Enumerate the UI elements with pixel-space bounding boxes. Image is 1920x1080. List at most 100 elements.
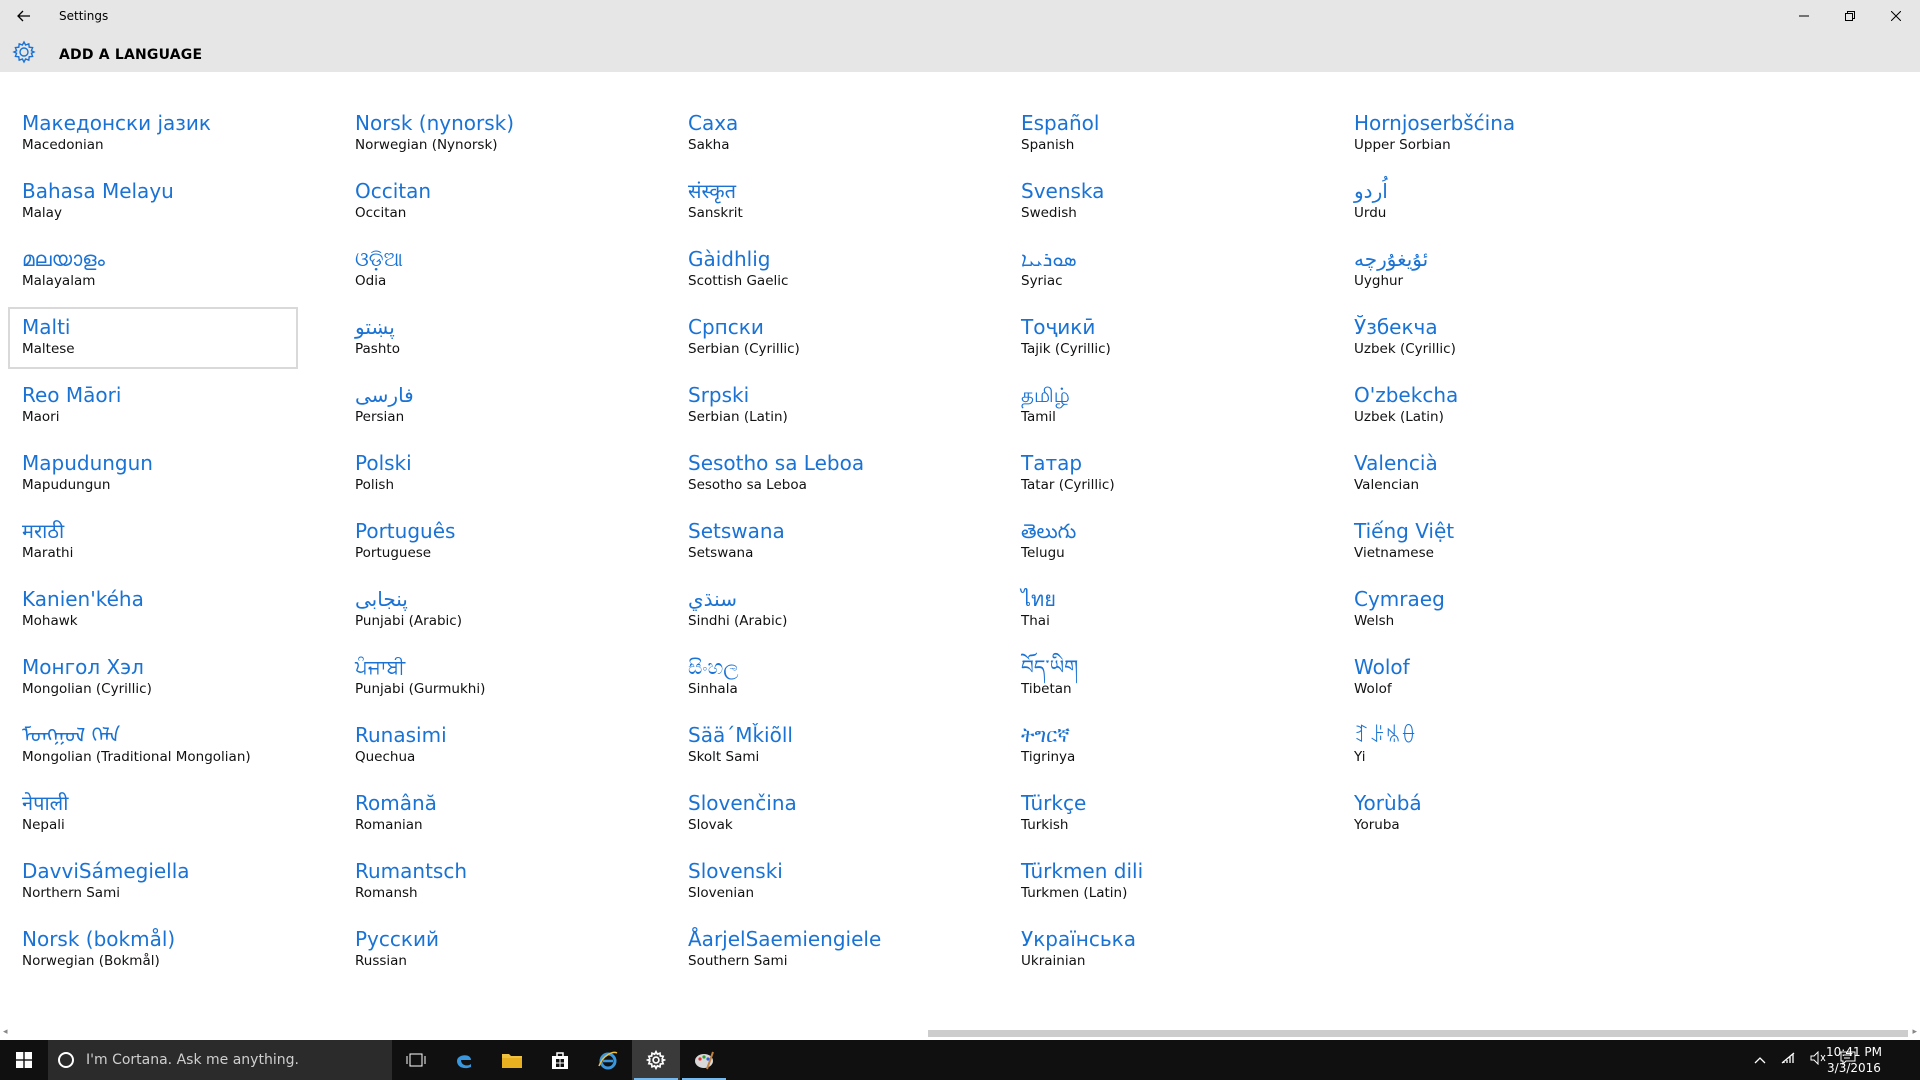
scroll-right-icon[interactable]: ▸ [1912, 1027, 1917, 1037]
language-item[interactable]: Português Portuguese [341, 511, 631, 573]
language-item[interactable]: Runasimi Quechua [341, 715, 631, 777]
language-item[interactable]: ꆈꌠꁱꂷ Yi [1340, 715, 1630, 777]
language-item[interactable]: Rumantsch Romansh [341, 851, 631, 913]
close-button[interactable] [1873, 0, 1919, 32]
language-item[interactable]: Монгол Хэл Mongolian (Cyrillic) [8, 647, 298, 709]
language-native-name: བོད་ཡིག [1021, 655, 1079, 679]
language-item[interactable]: Valencià Valencian [1340, 443, 1630, 505]
language-native-name: Srpski [688, 383, 750, 407]
language-item[interactable]: Setswana Setswana [674, 511, 964, 573]
chevron-up-icon[interactable] [1754, 1053, 1766, 1068]
language-english-name: Malay [22, 205, 62, 221]
language-item[interactable]: O'zbekcha Uzbek (Latin) [1340, 375, 1630, 437]
volume-icon[interactable] [1810, 1050, 1826, 1069]
language-item[interactable]: Polski Polish [341, 443, 631, 505]
language-english-name: Yoruba [1354, 817, 1400, 833]
clock[interactable]: 10:41 PM 3/3/2016 [1826, 1044, 1882, 1076]
language-item[interactable]: Srpski Serbian (Latin) [674, 375, 964, 437]
internet-explorer-icon[interactable] [584, 1040, 632, 1080]
settings-app-icon[interactable] [632, 1040, 680, 1080]
language-item[interactable]: Türkmen dili Turkmen (Latin) [1007, 851, 1297, 913]
language-item[interactable]: Türkçe Turkish [1007, 783, 1297, 845]
scroll-left-icon[interactable]: ◂ [3, 1027, 8, 1037]
language-item[interactable]: Hornjoserbšćina Upper Sorbian [1340, 103, 1630, 165]
language-native-name: Norsk (bokmål) [22, 927, 176, 951]
language-native-name: Українська [1021, 927, 1136, 951]
language-native-name: ئۇيغۇرچە [1354, 247, 1429, 271]
task-view-icon[interactable] [392, 1040, 440, 1080]
language-item[interactable]: پښتو Pashto [341, 307, 631, 369]
language-item[interactable]: پنجابی Punjabi (Arabic) [341, 579, 631, 641]
language-item[interactable]: Română Romanian [341, 783, 631, 845]
language-item[interactable]: سنڌي Sindhi (Arabic) [674, 579, 964, 641]
minimize-button[interactable] [1781, 0, 1827, 32]
language-english-name: Wolof [1354, 681, 1392, 697]
file-explorer-icon[interactable] [488, 1040, 536, 1080]
language-item[interactable]: ܣܘܪܝܝܐ Syriac [1007, 239, 1297, 301]
language-native-name: मराठी [22, 519, 65, 543]
language-english-name: Pashto [355, 341, 400, 357]
language-item[interactable]: Mapudungun Mapudungun [8, 443, 298, 505]
network-icon[interactable] [1780, 1051, 1796, 1069]
language-item[interactable]: Kanien'kéha Mohawk [8, 579, 298, 641]
language-item[interactable]: Македонски јазик Macedonian [8, 103, 298, 165]
language-item[interactable]: اُردو Urdu [1340, 171, 1630, 233]
language-item[interactable]: ไทย Thai [1007, 579, 1297, 641]
restore-button[interactable] [1827, 0, 1873, 32]
horizontal-scrollbar[interactable]: ◂ ▸ [0, 1027, 1920, 1038]
language-item[interactable]: मराठी Marathi [8, 511, 298, 573]
language-item[interactable]: Occitan Occitan [341, 171, 631, 233]
language-item[interactable]: Тоҷикӣ Tajik (Cyrillic) [1007, 307, 1297, 369]
language-item[interactable]: संस्कृत Sanskrit [674, 171, 964, 233]
language-item[interactable]: Reo Māori Maori [8, 375, 298, 437]
language-item[interactable]: Norsk (nynorsk) Norwegian (Nynorsk) [341, 103, 631, 165]
language-item[interactable]: Wolof Wolof [1340, 647, 1630, 709]
language-english-name: Malayalam [22, 273, 96, 289]
language-item[interactable]: ÅarjelSaemiengiele Southern Sami [674, 919, 964, 981]
language-item[interactable]: Sesotho sa Leboa Sesotho sa Leboa [674, 443, 964, 505]
language-item[interactable]: فارسی Persian [341, 375, 631, 437]
language-item[interactable]: Українська Ukrainian [1007, 919, 1297, 981]
language-item[interactable]: Татар Tatar (Cyrillic) [1007, 443, 1297, 505]
language-item[interactable]: ትግርኛ Tigrinya [1007, 715, 1297, 777]
language-item[interactable]: བོད་ཡིག Tibetan [1007, 647, 1297, 709]
paint-app-icon[interactable] [680, 1040, 728, 1080]
language-item[interactable]: Српски Serbian (Cyrillic) [674, 307, 964, 369]
language-item[interactable]: Svenska Swedish [1007, 171, 1297, 233]
scrollbar-thumb[interactable] [928, 1030, 1908, 1037]
language-item[interactable]: తెలుగు Telugu [1007, 511, 1297, 573]
language-english-name: Swedish [1021, 205, 1077, 221]
language-item[interactable]: Саха Sakha [674, 103, 964, 165]
language-item[interactable]: தமிழ் Tamil [1007, 375, 1297, 437]
language-item[interactable]: ᠮᠣᠩᠭᠣᠯ ᠬᠡᠯᠡ Mongolian (Traditional Mongol… [8, 715, 298, 777]
language-item[interactable]: සිංහල Sinhala [674, 647, 964, 709]
language-english-name: Portuguese [355, 545, 432, 561]
language-item[interactable]: Español Spanish [1007, 103, 1297, 165]
language-item[interactable]: Slovenski Slovenian [674, 851, 964, 913]
language-item[interactable]: Русский Russian [341, 919, 631, 981]
language-item[interactable]: Sää´Mǩiõll Skolt Sami [674, 715, 964, 777]
language-item[interactable]: नेपाली Nepali [8, 783, 298, 845]
language-item[interactable]: Bahasa Melayu Malay [8, 171, 298, 233]
language-item[interactable]: Cymraeg Welsh [1340, 579, 1630, 641]
store-icon[interactable] [536, 1040, 584, 1080]
language-native-name: Wolof [1354, 655, 1410, 679]
language-item[interactable]: DavviSámegiella Northern Sami [8, 851, 298, 913]
edge-browser-icon[interactable] [440, 1040, 488, 1080]
language-item[interactable]: Tiếng Việt Vietnamese [1340, 511, 1630, 573]
language-item[interactable]: Norsk (bokmål) Norwegian (Bokmål) [8, 919, 298, 981]
cortana-search-box[interactable]: I'm Cortana. Ask me anything. [48, 1040, 392, 1080]
back-arrow-icon[interactable] [8, 0, 40, 32]
language-item[interactable]: Slovenčina Slovak [674, 783, 964, 845]
language-item[interactable]: Gàidhlig Scottish Gaelic [674, 239, 964, 301]
language-english-name: Tibetan [1021, 681, 1072, 697]
language-item[interactable]: ਪੰਜਾਬੀ Punjabi (Gurmukhi) [341, 647, 631, 709]
language-item[interactable]: ئۇيغۇرچە Uyghur [1340, 239, 1630, 301]
windows-start-icon[interactable] [0, 1040, 48, 1080]
language-english-name: Polish [355, 477, 395, 493]
language-item[interactable]: Ўзбекча Uzbek (Cyrillic) [1340, 307, 1630, 369]
language-item[interactable]: Yorùbá Yoruba [1340, 783, 1630, 845]
language-item[interactable]: Malti Maltese [8, 307, 298, 369]
language-item[interactable]: മലയാളം Malayalam [8, 239, 298, 301]
language-item[interactable]: ଓଡ଼ିଆ Odia [341, 239, 631, 301]
